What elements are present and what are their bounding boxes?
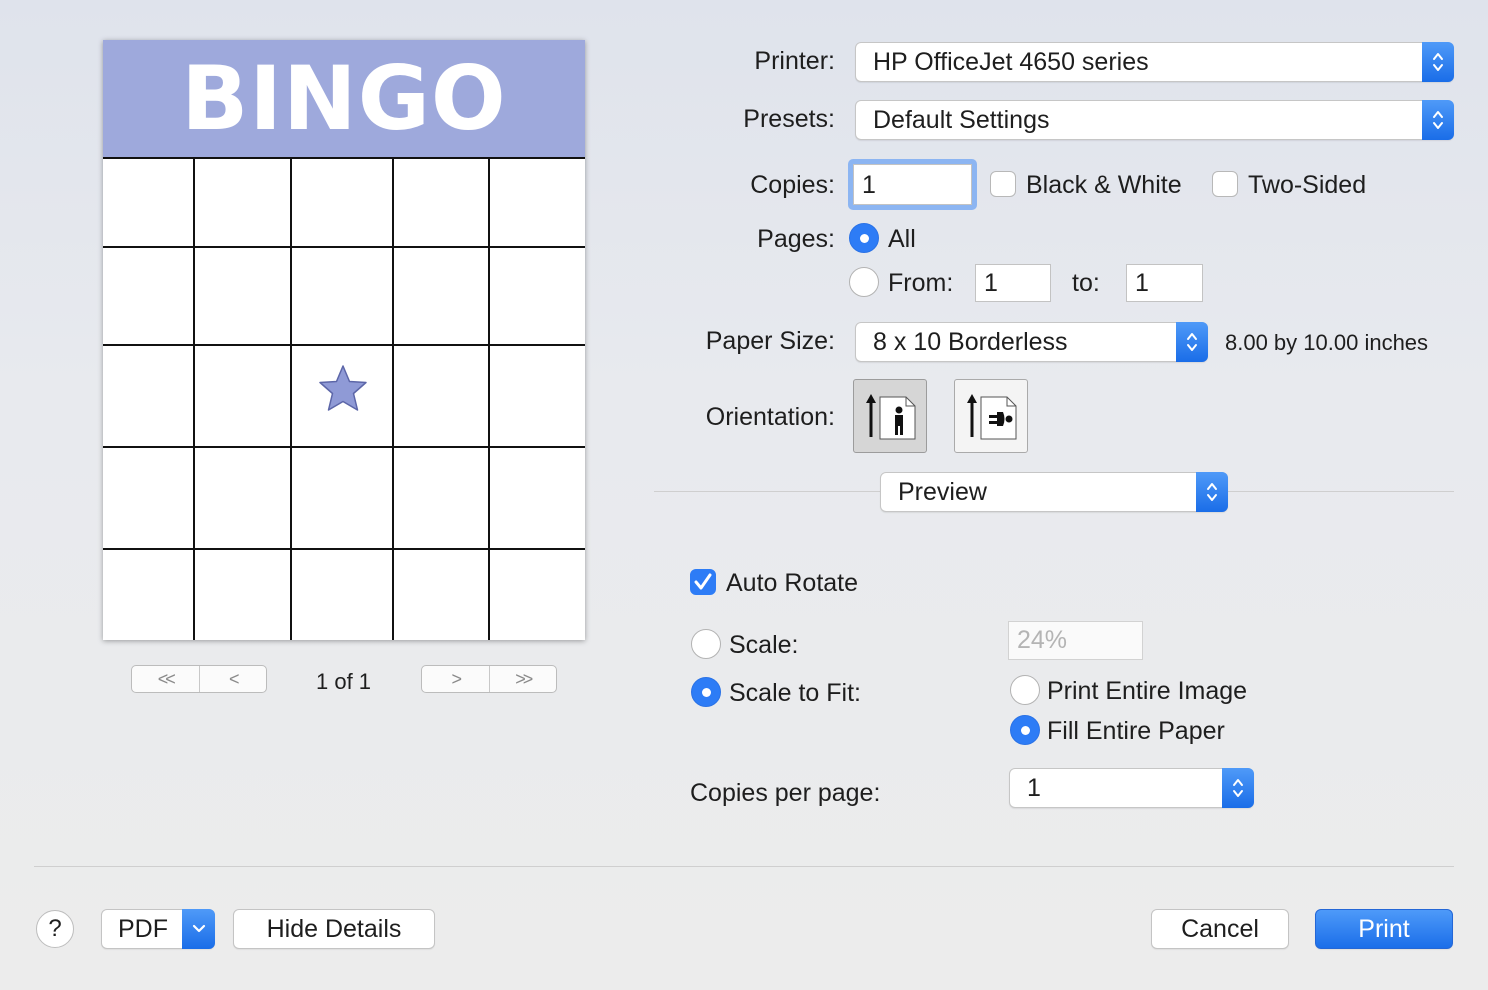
- help-button[interactable]: ?: [36, 910, 74, 948]
- next-page-button[interactable]: >: [422, 666, 489, 692]
- auto-rotate-checkbox[interactable]: [690, 569, 716, 595]
- bingo-title: BINGO: [103, 40, 585, 157]
- previous-page-button[interactable]: <: [198, 666, 267, 692]
- cancel-button[interactable]: Cancel: [1151, 909, 1289, 949]
- presets-value: Default Settings: [873, 106, 1050, 134]
- pages-to-input[interactable]: 1: [1126, 264, 1203, 302]
- section-popup[interactable]: Preview: [880, 472, 1228, 512]
- grid-line: [290, 157, 292, 640]
- page-indicator: 1 of 1: [316, 669, 372, 694]
- presets-popup[interactable]: Default Settings: [855, 100, 1454, 140]
- auto-rotate-label: Auto Rotate: [726, 569, 859, 597]
- grid-line: [103, 246, 585, 248]
- pages-all-label: All: [888, 225, 916, 253]
- pages-all-radio[interactable]: [849, 223, 879, 253]
- printer-value: HP OfficeJet 4650 series: [873, 48, 1149, 76]
- print-entire-image-radio[interactable]: [1010, 675, 1040, 705]
- paper-size-value: 8 x 10 Borderless: [873, 328, 1068, 356]
- fill-entire-paper-label: Fill Entire Paper: [1047, 717, 1225, 745]
- star-icon: [319, 365, 367, 411]
- scale-radio[interactable]: [691, 629, 721, 659]
- scale-label: Scale:: [729, 631, 799, 659]
- orientation-label: Orientation:: [705, 403, 835, 431]
- copies-per-page-popup[interactable]: 1: [1009, 768, 1254, 808]
- paper-size-popup[interactable]: 8 x 10 Borderless: [855, 322, 1208, 362]
- paper-dimensions: 8.00 by 10.00 inches: [1225, 330, 1429, 355]
- page-nav-forward: > >>: [421, 665, 557, 693]
- grid-line: [103, 344, 585, 346]
- chevron-updown-icon: [1176, 322, 1208, 362]
- two-sided-label: Two-Sided: [1248, 171, 1367, 199]
- copies-label: Copies:: [750, 171, 835, 199]
- fill-entire-paper-radio[interactable]: [1010, 715, 1040, 745]
- first-page-button[interactable]: <<: [132, 666, 199, 692]
- grid-line: [392, 157, 394, 640]
- print-preview-page: BINGO: [103, 40, 585, 640]
- chevron-updown-icon: [1222, 768, 1254, 808]
- grid-line: [193, 157, 195, 640]
- pages-label: Pages:: [757, 225, 835, 253]
- hide-details-button[interactable]: Hide Details: [233, 909, 435, 949]
- grid-line: [103, 157, 585, 159]
- chevron-updown-icon: [1422, 100, 1454, 140]
- pages-from-input[interactable]: 1: [975, 264, 1051, 302]
- portrait-icon: [866, 394, 916, 440]
- pages-from-radio[interactable]: [849, 267, 879, 297]
- chevron-updown-icon: [1422, 42, 1454, 82]
- copies-per-page-value: 1: [1027, 774, 1041, 802]
- printer-label: Printer:: [754, 47, 835, 75]
- last-page-button[interactable]: >>: [488, 666, 557, 692]
- printer-popup[interactable]: HP OfficeJet 4650 series: [855, 42, 1454, 82]
- portrait-orientation-button[interactable]: [853, 379, 927, 453]
- two-sided-checkbox[interactable]: [1212, 171, 1238, 197]
- chevron-down-icon: [182, 909, 215, 949]
- paper-size-label: Paper Size:: [705, 327, 835, 355]
- scale-input[interactable]: 24%: [1008, 621, 1143, 660]
- footer-divider: [34, 866, 1454, 867]
- pages-to-label: to:: [1072, 269, 1100, 297]
- print-button[interactable]: Print: [1315, 909, 1453, 949]
- grid-line: [488, 157, 490, 640]
- landscape-icon: [967, 394, 1017, 440]
- pdf-menu-button[interactable]: PDF: [101, 909, 215, 949]
- black-white-label: Black & White: [1026, 171, 1182, 199]
- scale-to-fit-radio[interactable]: [691, 677, 721, 707]
- pages-from-label: From:: [888, 269, 954, 297]
- checkmark-icon: [694, 573, 712, 590]
- print-entire-image-label: Print Entire Image: [1047, 677, 1248, 705]
- section-popup-value: Preview: [898, 478, 987, 506]
- chevron-updown-icon: [1196, 472, 1228, 512]
- grid-line: [103, 548, 585, 550]
- page-nav-back: << <: [131, 665, 267, 693]
- pdf-label: PDF: [118, 915, 168, 943]
- copies-per-page-label: Copies per page:: [690, 779, 881, 807]
- presets-label: Presets:: [743, 105, 835, 133]
- landscape-orientation-button[interactable]: [954, 379, 1028, 453]
- scale-to-fit-label: Scale to Fit:: [729, 679, 861, 707]
- black-white-checkbox[interactable]: [990, 171, 1016, 197]
- grid-line: [103, 446, 585, 448]
- copies-input[interactable]: 1: [853, 164, 972, 205]
